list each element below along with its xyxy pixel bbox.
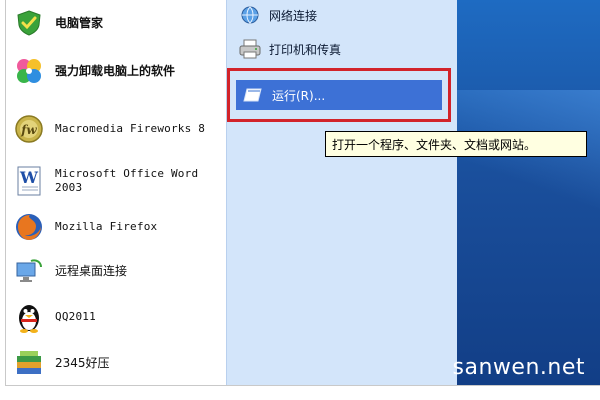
run-window-icon bbox=[242, 84, 264, 106]
place-item-network-connections[interactable]: 网络连接 bbox=[237, 2, 447, 28]
qq-penguin-icon bbox=[13, 301, 45, 333]
program-item-firefox[interactable]: Mozilla Firefox bbox=[5, 204, 225, 250]
place-item-printers-faxes[interactable]: 打印机和传真 bbox=[237, 36, 447, 62]
program-item-qq2011[interactable]: QQ2011 bbox=[5, 294, 225, 340]
place-label: 网络连接 bbox=[269, 8, 318, 23]
watermark-text: sanwen.net bbox=[452, 355, 585, 380]
clover-icon bbox=[13, 55, 45, 87]
program-item-uninstaller[interactable]: 强力卸载电脑上的软件 bbox=[5, 48, 225, 94]
program-label: Mozilla Firefox bbox=[55, 220, 158, 233]
program-label: Macromedia Fireworks 8 bbox=[55, 122, 206, 135]
svg-text:fw: fw bbox=[20, 123, 37, 137]
desktop-background bbox=[457, 0, 600, 386]
place-label: 打印机和传真 bbox=[269, 42, 342, 57]
program-label: 2345好压 bbox=[55, 356, 110, 370]
printer-icon bbox=[237, 36, 263, 62]
network-icon bbox=[237, 2, 263, 28]
start-menu-places-pane: 网络连接 打印机和传真 运行(R)... bbox=[226, 0, 457, 386]
program-label: 强力卸载电脑上的软件 bbox=[55, 64, 176, 78]
run-tooltip: 打开一个程序、文件夹、文档或网站。 bbox=[325, 131, 587, 157]
program-label: 远程桌面连接 bbox=[55, 264, 128, 278]
program-label: Microsoft Office Word 2003 bbox=[55, 167, 199, 194]
archive-books-icon bbox=[13, 347, 45, 379]
svg-text:W: W bbox=[19, 168, 39, 187]
shield-icon bbox=[13, 7, 45, 39]
program-label: 电脑管家 bbox=[55, 16, 104, 30]
firefox-icon bbox=[13, 211, 45, 243]
program-item-computer-manager[interactable]: 电脑管家 bbox=[5, 0, 225, 46]
fireworks-icon: fw bbox=[13, 113, 45, 145]
run-label: 运行(R)... bbox=[272, 88, 326, 103]
program-item-fireworks[interactable]: fw Macromedia Fireworks 8 bbox=[5, 106, 225, 152]
start-menu-programs-pane: 电脑管家 强力卸载电脑上的软件 fw Macromedia Fireworks … bbox=[5, 0, 225, 386]
screenshot-area: 电脑管家 强力卸载电脑上的软件 fw Macromedia Fireworks … bbox=[5, 0, 600, 386]
word-icon: W bbox=[13, 165, 45, 197]
run-menu-item[interactable]: 运行(R)... bbox=[236, 80, 442, 110]
program-item-word-2003[interactable]: W Microsoft Office Word 2003 bbox=[5, 158, 225, 204]
red-highlight-annotation: 运行(R)... bbox=[227, 68, 451, 122]
remote-desktop-icon bbox=[13, 255, 45, 287]
program-item-2345-haoya[interactable]: 2345好压 bbox=[5, 340, 225, 386]
program-label: QQ2011 bbox=[55, 310, 96, 323]
program-item-remote-desktop[interactable]: 远程桌面连接 bbox=[5, 248, 225, 294]
